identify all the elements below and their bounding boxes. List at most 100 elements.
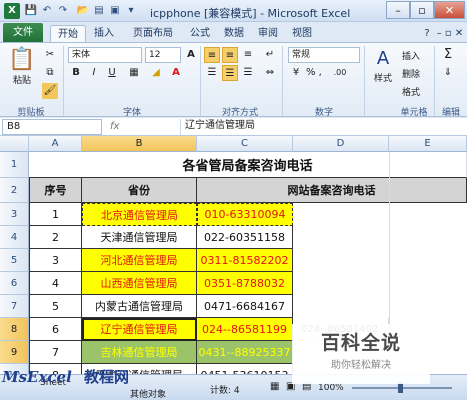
fill-color-icon[interactable]: ◢ [148,65,164,81]
row-header[interactable]: 7 [0,295,29,318]
dropdown-icon[interactable]: ▾ [124,4,138,18]
row-header[interactable]: 5 [0,249,29,272]
cut-icon[interactable]: ✂ [42,47,58,63]
header-phone[interactable]: 网站备案咨询电话 [197,178,467,203]
cell-num[interactable]: 1 [29,203,82,226]
cell-phone[interactable]: 0471-6684167 [197,295,293,318]
name-box[interactable]: B8 [2,119,102,135]
cell-phone[interactable]: 022-60351158 [197,226,293,249]
cell-phone[interactable]: 0351-8788032 [197,272,293,295]
tab-page-layout[interactable]: 页面布局 [124,25,182,42]
cell-phone[interactable]: 0431--88925337 [197,341,293,364]
row-header[interactable]: 2 [0,178,29,203]
paste-icon[interactable]: ▣ [108,4,122,18]
merge-cells-icon[interactable]: ⇔ [262,65,278,81]
cell-num[interactable]: 3 [29,249,82,272]
close-icon[interactable]: ✕ [434,1,465,19]
border-icon[interactable]: ▦ [126,65,142,81]
tab-insert[interactable]: 插入 [88,25,120,42]
styles-button[interactable]: A 样式 [368,47,398,87]
view-normal-icon[interactable]: ▦ [270,381,279,392]
cell-province[interactable]: 山西通信管理局 [82,272,197,295]
cell-phone[interactable]: 010-63310094 [197,203,293,226]
minimize-icon[interactable]: – [386,1,410,19]
underline-button[interactable]: U [104,65,120,81]
tab-view[interactable]: 视图 [286,25,318,42]
row-header[interactable]: 4 [0,226,29,249]
help-icon[interactable]: ? [420,25,434,42]
cell-phone[interactable]: 0451-53610153 [197,364,293,374]
fill-icon[interactable]: ⇓ [440,65,456,81]
align-right-icon[interactable]: ☰ [240,65,256,81]
row-header[interactable]: 6 [0,272,29,295]
print-icon[interactable]: ▤ [92,4,106,18]
tab-file[interactable]: 文件 [3,23,43,42]
tab-formulas[interactable]: 公式 [184,25,216,42]
font-name-select[interactable]: 宋体 [68,47,142,63]
ribbon-window-controls[interactable]: – ▫ ✕ [436,25,464,42]
column-header-a[interactable]: A [29,136,82,152]
wrap-text-icon[interactable]: ↵ [262,47,278,63]
header-province[interactable]: 省份 [82,178,197,203]
redo-icon[interactable]: ↷ [56,4,70,18]
fx-icon[interactable]: fx [110,121,170,132]
cell-province[interactable]: 天津通信管理局 [82,226,197,249]
ribbon-tabs: 文件 开始 插入 页面布局 公式 数据 审阅 视图 ? – ▫ ✕ [0,22,467,42]
number-format-select[interactable]: 常规 [288,47,360,63]
select-all-corner[interactable] [0,136,29,152]
number-symbols[interactable]: % , [306,67,322,78]
tab-data[interactable]: 数据 [218,25,250,42]
font-size-select[interactable]: 12 [145,47,181,63]
cell-num[interactable]: 2 [29,226,82,249]
group-editing-label: 编辑 [441,108,460,118]
header-num[interactable]: 序号 [29,178,82,203]
row-header[interactable]: 8 [0,318,29,341]
column-header-d[interactable]: D [293,136,389,152]
bold-button[interactable]: B [68,65,84,81]
currency-icon[interactable]: ¥ [288,65,304,81]
formula-input[interactable]: 辽宁通信管理局 [180,119,465,135]
format-cells-button[interactable]: 格式 [402,85,420,98]
zoom-level[interactable]: 100% [318,383,344,393]
cell-province-selected[interactable]: 辽宁通信管理局 [82,318,197,341]
cell-province[interactable]: 北京通信管理局 [82,203,197,226]
italic-button[interactable]: I [86,65,102,81]
cell-num[interactable]: 6 [29,318,82,341]
copy-icon[interactable]: ⧉ [42,65,58,81]
cell-num[interactable]: 7 [29,341,82,364]
undo-icon[interactable]: ↶ [40,4,54,18]
sheet-title[interactable]: 各省管局备案咨询电话 [29,152,467,178]
align-left-icon[interactable]: ☰ [204,65,220,81]
cell-province[interactable]: 内蒙古通信管理局 [82,295,197,318]
maximize-icon[interactable]: ▫ [410,1,434,19]
paste-button[interactable]: 📋 粘贴 [6,47,38,87]
tab-review[interactable]: 审阅 [252,25,284,42]
align-top-icon[interactable]: ≡ [204,47,220,63]
column-header-e[interactable]: E [389,136,467,152]
cell-phone[interactable]: 0311-81582202 [197,249,293,272]
row-header[interactable]: 9 [0,341,29,364]
insert-cells-button[interactable]: 插入 [402,49,420,62]
font-color-icon[interactable]: A [168,65,184,81]
cell-province[interactable]: 河北通信管理局 [82,249,197,272]
align-center-icon[interactable]: ☰ [222,65,238,81]
cell-phone[interactable]: 024--86581199 [197,318,293,341]
cell-num[interactable]: 4 [29,272,82,295]
row-header[interactable]: 1 [0,152,29,178]
align-middle-icon[interactable]: ≡ [222,47,238,63]
delete-cells-button[interactable]: 删除 [402,67,420,80]
format-painter-icon[interactable]: 🖌 [42,83,58,99]
decrease-decimal-icon[interactable]: .00 [332,65,348,81]
cell-province[interactable]: 吉林通信管理局 [82,341,197,364]
autosum-button[interactable]: Σ [440,47,456,63]
column-header-b[interactable]: B [82,136,197,152]
open-icon[interactable]: 📂 [76,4,90,18]
align-bottom-icon[interactable]: ≡ [240,47,256,63]
tab-home[interactable]: 开始 [50,25,86,42]
cell-num[interactable]: 5 [29,295,82,318]
column-header-c[interactable]: C [197,136,293,152]
excel-app-icon[interactable]: X [4,3,20,19]
row-header[interactable]: 3 [0,203,29,226]
font-grow-icon[interactable]: A [183,47,199,63]
save-icon[interactable]: 💾 [24,4,38,18]
